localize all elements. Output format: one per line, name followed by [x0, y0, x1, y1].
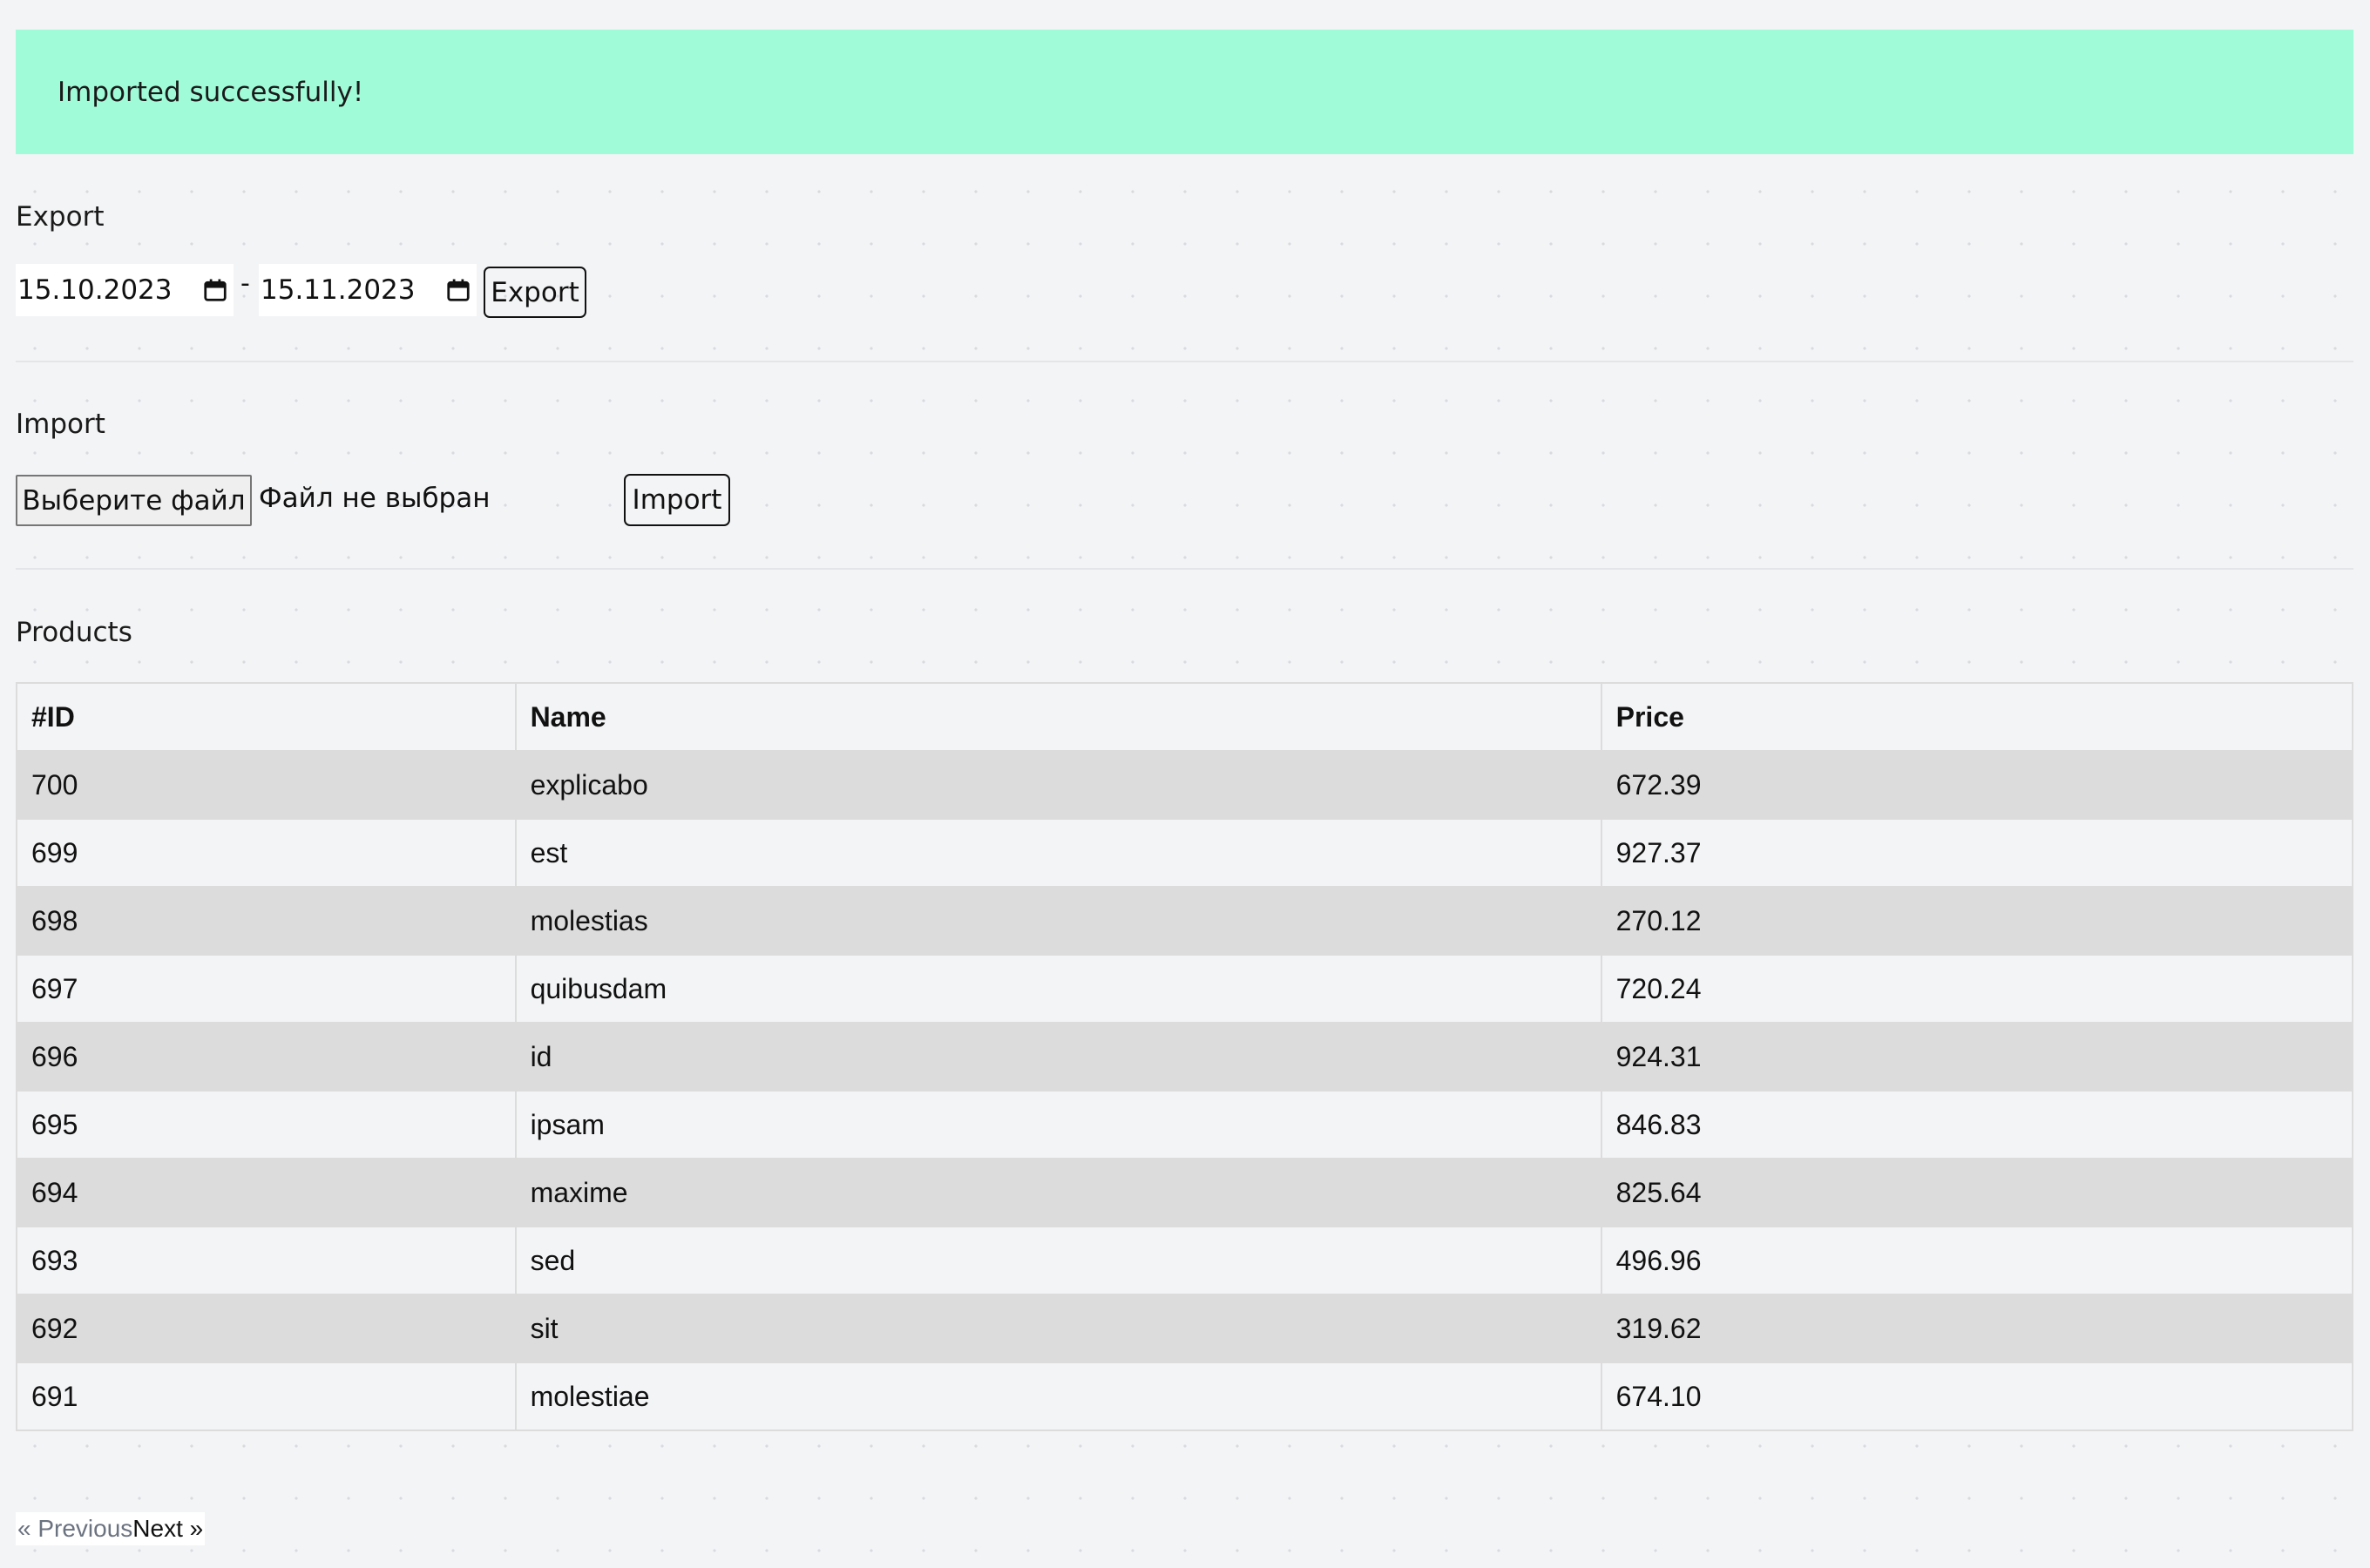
cell-price: 720.24 [1600, 954, 2354, 1024]
export-date-to-input[interactable]: 15.11.2023 [259, 264, 477, 316]
products-table: #ID Name Price 700 explicabo 672.39 699 … [16, 682, 2354, 1431]
cell-price: 825.64 [1600, 1158, 2354, 1227]
table-row: 697 quibusdam 720.24 [16, 954, 2354, 1024]
table-row: 693 sed 496.96 [16, 1226, 2354, 1295]
table-row: 691 molestiae 674.10 [16, 1362, 2354, 1431]
column-header-name: Name [514, 682, 1602, 752]
table-header-row: #ID Name Price [16, 682, 2354, 752]
cell-id: 694 [16, 1158, 517, 1227]
pagination-previous[interactable]: « Previous [17, 1515, 132, 1543]
cell-price: 924.31 [1600, 1022, 2354, 1092]
table-row: 698 molestias 270.12 [16, 886, 2354, 956]
table-row: 699 est 927.37 [16, 818, 2354, 888]
table-row: 695 ipsam 846.83 [16, 1090, 2354, 1159]
date-range-separator: - [240, 268, 250, 299]
date-from-value: 15.10.2023 [17, 274, 173, 306]
cell-id: 699 [16, 818, 517, 888]
cell-name: sit [514, 1294, 1602, 1363]
cell-name: est [514, 818, 1602, 888]
table-row: 696 id 924.31 [16, 1022, 2354, 1092]
cell-name: molestiae [514, 1362, 1602, 1431]
table-row: 700 explicabo 672.39 [16, 750, 2354, 820]
table-row: 692 sit 319.62 [16, 1294, 2354, 1363]
cell-price: 674.10 [1600, 1362, 2354, 1431]
cell-name: ipsam [514, 1090, 1602, 1159]
cell-id: 695 [16, 1090, 517, 1159]
export-button[interactable]: Export [484, 267, 586, 318]
pagination-next[interactable]: Next » [132, 1515, 203, 1543]
cell-name: id [514, 1022, 1602, 1092]
cell-name: sed [514, 1226, 1602, 1295]
section-divider [16, 361, 2353, 362]
export-title: Export [16, 201, 105, 233]
cell-id: 698 [16, 886, 517, 956]
table-row: 694 maxime 825.64 [16, 1158, 2354, 1227]
import-title: Import [16, 409, 105, 440]
cell-id: 697 [16, 954, 517, 1024]
column-header-price: Price [1600, 682, 2354, 752]
section-divider [16, 568, 2353, 570]
cell-name: molestias [514, 886, 1602, 956]
pagination: « Previous Next » [16, 1512, 206, 1545]
cell-id: 693 [16, 1226, 517, 1295]
calendar-icon[interactable] [445, 277, 471, 303]
cell-name: quibusdam [514, 954, 1602, 1024]
cell-name: maxime [514, 1158, 1602, 1227]
file-status-text: Файл не выбран [259, 483, 491, 514]
cell-price: 927.37 [1600, 818, 2354, 888]
cell-price: 319.62 [1600, 1294, 2354, 1363]
cell-price: 496.96 [1600, 1226, 2354, 1295]
cell-price: 672.39 [1600, 750, 2354, 820]
export-date-from-input[interactable]: 15.10.2023 [16, 264, 234, 316]
success-alert: Imported successfully! [16, 30, 2353, 154]
column-header-id: #ID [16, 682, 517, 752]
cell-id: 696 [16, 1022, 517, 1092]
products-title: Products [16, 617, 132, 648]
cell-id: 692 [16, 1294, 517, 1363]
cell-price: 846.83 [1600, 1090, 2354, 1159]
import-button[interactable]: Import [624, 474, 730, 526]
choose-file-button[interactable]: Выберите файл [16, 475, 252, 526]
cell-name: explicabo [514, 750, 1602, 820]
date-to-value: 15.11.2023 [261, 274, 416, 306]
calendar-icon[interactable] [202, 277, 228, 303]
cell-id: 700 [16, 750, 517, 820]
cell-id: 691 [16, 1362, 517, 1431]
cell-price: 270.12 [1600, 886, 2354, 956]
alert-message: Imported successfully! [58, 76, 364, 108]
